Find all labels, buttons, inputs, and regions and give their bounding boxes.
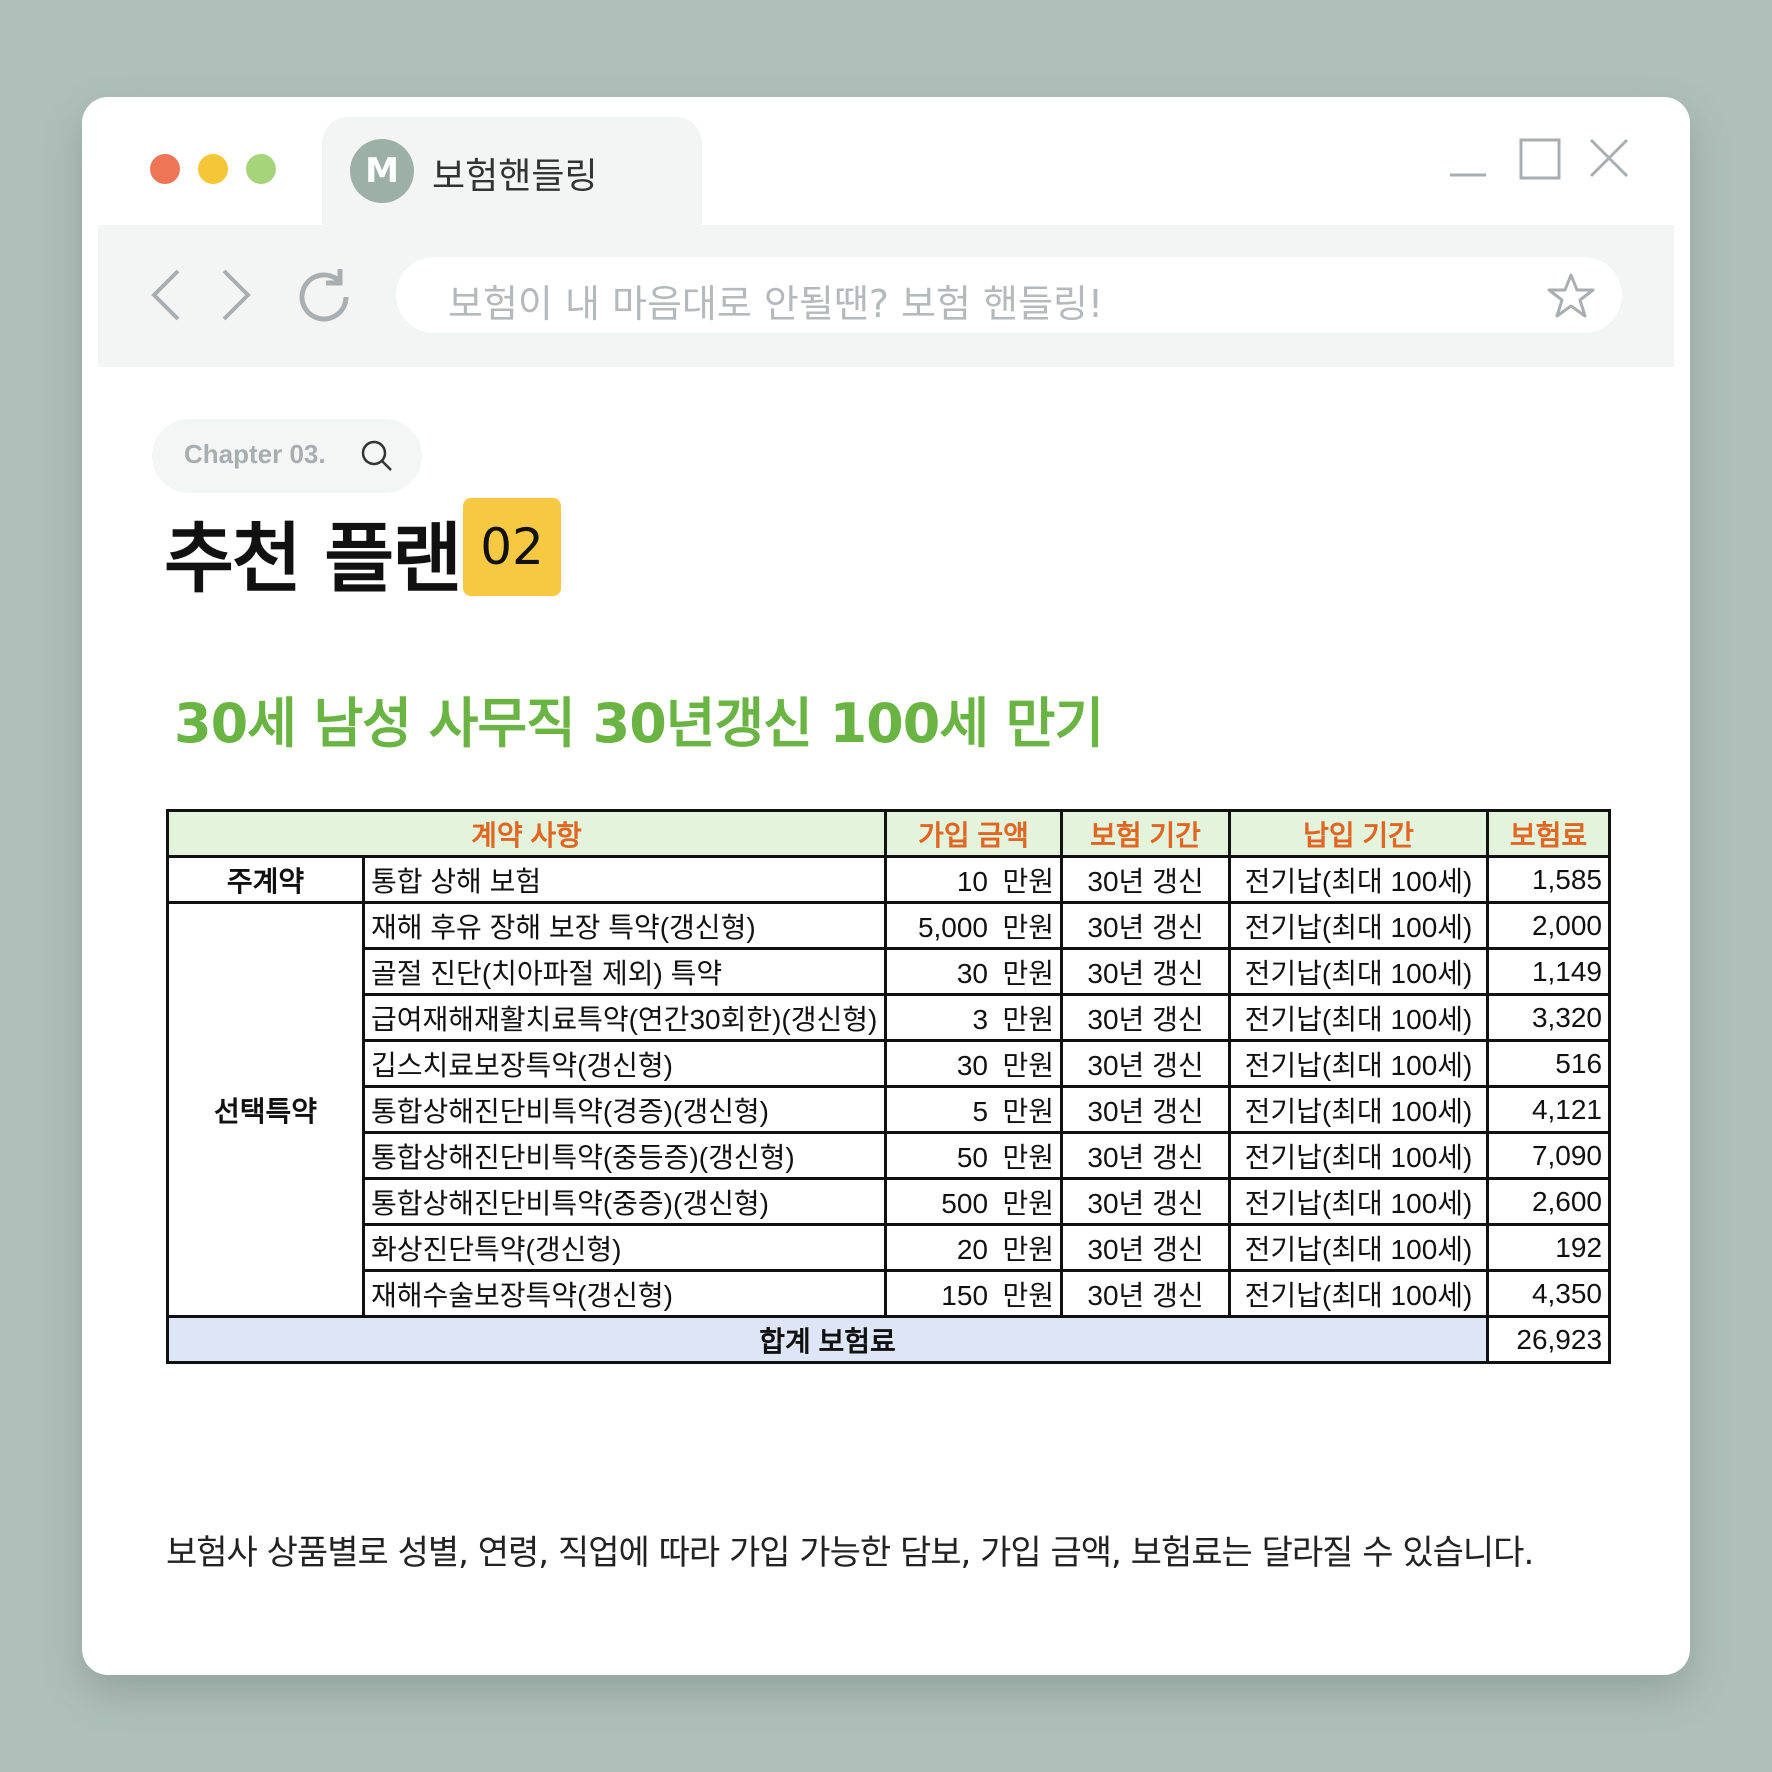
coverage-term: 30년 갱신 bbox=[1060, 1085, 1232, 1134]
coverage-amount: 150 만원 bbox=[884, 1269, 1064, 1318]
coverage-premium: 4,121 bbox=[1486, 1085, 1612, 1134]
back-icon[interactable] bbox=[148, 267, 184, 323]
browser-window: M 보험핸들링 보험이 내 마음대로 안될땐? 보험 핸들링! Chapter … bbox=[82, 97, 1690, 1675]
coverage-premium: 3,320 bbox=[1486, 993, 1612, 1042]
table-row: 주계약 통합 상해 보험 10 만원 30년 갱신 전기납(최대 100세) 1,… bbox=[166, 855, 1612, 904]
coverage-amount: 30 만원 bbox=[884, 947, 1064, 996]
coverage-amount: 30 만원 bbox=[884, 1039, 1064, 1088]
coverage-term: 30년 갱신 bbox=[1060, 1223, 1232, 1272]
address-bar[interactable]: 보험이 내 마음대로 안될땐? 보험 핸들링! bbox=[396, 257, 1622, 333]
tab-title: 보험핸들링 bbox=[432, 156, 598, 197]
category-main: 주계약 bbox=[166, 855, 365, 904]
title-bar: M 보험핸들링 bbox=[82, 97, 1690, 229]
close-dot[interactable] bbox=[150, 154, 180, 184]
forward-icon[interactable] bbox=[218, 267, 254, 323]
star-icon[interactable] bbox=[1546, 271, 1596, 321]
coverage-amount: 50 만원 bbox=[884, 1131, 1064, 1180]
coverage-premium: 516 bbox=[1486, 1039, 1612, 1088]
coverage-premium: 1,585 bbox=[1486, 855, 1612, 904]
total-premium: 26,923 bbox=[1486, 1315, 1612, 1364]
coverage-term: 30년 갱신 bbox=[1060, 1131, 1232, 1180]
coverage-premium: 2,000 bbox=[1486, 901, 1612, 950]
header-contract: 계약 사항 bbox=[165, 809, 888, 858]
coverage-name: 통합상해진단비특약(중증)(갱신형) bbox=[361, 1177, 888, 1226]
coverage-payment: 전기납(최대 100세) bbox=[1228, 1039, 1490, 1088]
coverage-payment: 전기납(최대 100세) bbox=[1228, 1223, 1490, 1272]
coverage-term: 30년 갱신 bbox=[1060, 993, 1232, 1042]
chapter-label: Chapter 03. bbox=[184, 439, 326, 469]
coverage-name: 재해 후유 장해 보장 특약(갱신형) bbox=[361, 901, 888, 950]
minimize-icon[interactable] bbox=[1448, 137, 1488, 177]
close-icon[interactable] bbox=[1588, 137, 1630, 179]
disclaimer-text: 보험사 상품별로 성별, 연령, 직업에 따라 가입 가능한 담보, 가입 금액… bbox=[166, 1533, 1534, 1573]
coverage-payment: 전기납(최대 100세) bbox=[1228, 901, 1490, 950]
coverage-amount: 500 만원 bbox=[884, 1177, 1064, 1226]
coverage-payment: 전기납(최대 100세) bbox=[1228, 1085, 1490, 1134]
coverage-term: 30년 갱신 bbox=[1060, 1039, 1232, 1088]
table-row: 통합상해진단비특약(중등증)(갱신형) 50 만원 30년 갱신 전기납(최대 1… bbox=[168, 1131, 1612, 1180]
coverage-premium: 2,600 bbox=[1486, 1177, 1612, 1226]
coverage-payment: 전기납(최대 100세) bbox=[1228, 855, 1490, 904]
coverage-payment: 전기납(최대 100세) bbox=[1228, 993, 1490, 1042]
plan-subtitle: 30세 남성 사무직 30년갱신 100세 만기 bbox=[174, 692, 1104, 755]
table-row: 통합상해진단비특약(중증)(갱신형) 500 만원 30년 갱신 전기납(최대 1… bbox=[168, 1177, 1612, 1226]
header-premium: 보험료 bbox=[1486, 809, 1612, 858]
table-row: 통합상해진단비특약(경증)(갱신형) 5 만원 30년 갱신 전기납(최대 100… bbox=[168, 1085, 1612, 1134]
coverage-amount: 3 만원 bbox=[884, 993, 1064, 1042]
coverage-name: 깁스치료보장특약(갱신형) bbox=[361, 1039, 888, 1088]
coverage-payment: 전기납(최대 100세) bbox=[1228, 1177, 1490, 1226]
coverage-term: 30년 갱신 bbox=[1060, 1177, 1232, 1226]
coverage-term: 30년 갱신 bbox=[1060, 901, 1232, 950]
header-amount: 가입 금액 bbox=[884, 809, 1064, 858]
table-header-row: 계약 사항 가입 금액 보험 기간 납입 기간 보험료 bbox=[165, 809, 1612, 858]
coverage-amount: 5 만원 bbox=[884, 1085, 1064, 1134]
plan-number-badge: 02 bbox=[463, 498, 561, 596]
page-title: 추천 플랜 bbox=[164, 514, 462, 603]
chapter-search-pill[interactable]: Chapter 03. bbox=[152, 419, 422, 493]
coverage-name: 골절 진단(치아파절 제외) 특약 bbox=[361, 947, 888, 996]
coverage-amount: 5,000 만원 bbox=[884, 901, 1064, 950]
table-row: 선택특약 재해 후유 장해 보장 특약(갱신형) 5,000 만원 30년 갱신 … bbox=[166, 901, 1612, 1318]
maximize-icon[interactable] bbox=[1518, 137, 1562, 181]
coverage-premium: 1,149 bbox=[1486, 947, 1612, 996]
coverage-term: 30년 갱신 bbox=[1060, 1269, 1232, 1318]
coverage-payment: 전기납(최대 100세) bbox=[1228, 947, 1490, 996]
tab-avatar: M bbox=[350, 139, 414, 203]
zoom-dot[interactable] bbox=[246, 154, 276, 184]
coverage-name: 통합 상해 보험 bbox=[361, 855, 888, 904]
browser-toolbar: 보험이 내 마음대로 안될땐? 보험 핸들링! bbox=[98, 225, 1674, 367]
coverage-term: 30년 갱신 bbox=[1060, 947, 1232, 996]
coverage-name: 재해수술보장특약(갱신형) bbox=[361, 1269, 888, 1318]
header-term: 보험 기간 bbox=[1060, 809, 1232, 858]
table-row: 급여재해재활치료특약(연간30회한)(갱신형) 3 만원 30년 갱신 전기납(최… bbox=[168, 993, 1612, 1042]
browser-tab[interactable]: M 보험핸들링 bbox=[322, 117, 702, 229]
header-payment: 납입 기간 bbox=[1228, 809, 1490, 858]
coverage-term: 30년 갱신 bbox=[1060, 855, 1232, 904]
category-rider: 선택특약 bbox=[166, 901, 365, 1318]
table-row: 골절 진단(치아파절 제외) 특약 30 만원 30년 갱신 전기납(최대 100… bbox=[168, 947, 1612, 996]
table-row: 화상진단특약(갱신형) 20 만원 30년 갱신 전기납(최대 100세) 192 bbox=[168, 1223, 1612, 1272]
total-label: 합계 보험료 bbox=[165, 1315, 1490, 1364]
reload-icon[interactable] bbox=[296, 267, 356, 327]
coverage-premium: 192 bbox=[1486, 1223, 1612, 1272]
coverage-name: 통합상해진단비특약(경증)(갱신형) bbox=[361, 1085, 888, 1134]
coverage-payment: 전기납(최대 100세) bbox=[1228, 1269, 1490, 1318]
search-icon bbox=[361, 440, 392, 471]
coverage-name: 급여재해재활치료특약(연간30회한)(갱신형) bbox=[361, 993, 888, 1042]
plan-table: 계약 사항 가입 금액 보험 기간 납입 기간 보험료 주계약 통합 상해 보험… bbox=[165, 809, 1612, 1364]
total-row: 합계 보험료 26,923 bbox=[165, 1315, 1612, 1364]
coverage-premium: 7,090 bbox=[1486, 1131, 1612, 1180]
table-row: 재해수술보장특약(갱신형) 150 만원 30년 갱신 전기납(최대 100세) … bbox=[168, 1269, 1612, 1318]
coverage-amount: 20 만원 bbox=[884, 1223, 1064, 1272]
coverage-name: 화상진단특약(갱신형) bbox=[361, 1223, 888, 1272]
coverage-premium: 4,350 bbox=[1486, 1269, 1612, 1318]
minimize-dot[interactable] bbox=[198, 154, 228, 184]
coverage-amount: 10 만원 bbox=[884, 855, 1064, 904]
coverage-payment: 전기납(최대 100세) bbox=[1228, 1131, 1490, 1180]
coverage-name: 통합상해진단비특약(중등증)(갱신형) bbox=[361, 1131, 888, 1180]
address-text: 보험이 내 마음대로 안될땐? 보험 핸들링! bbox=[448, 282, 1104, 326]
table-row: 깁스치료보장특약(갱신형) 30 만원 30년 갱신 전기납(최대 100세) 5… bbox=[168, 1039, 1612, 1088]
